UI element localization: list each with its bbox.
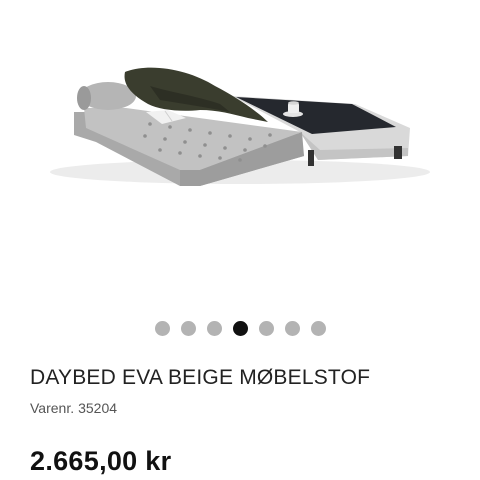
sku-value: 35204 [78,400,118,416]
sku-label: Varenr. [30,400,75,416]
product-title: DAYBED EVA BEIGE MØBELSTOF [30,366,371,389]
product-image[interactable] [0,0,480,300]
carousel-dot-3[interactable] [206,320,222,336]
carousel-pagination [0,320,480,336]
product-sku: Varenr. 35204 [30,400,121,416]
carousel-dot-2[interactable] [180,320,196,336]
carousel-dot-6[interactable] [284,320,300,336]
carousel-dot-5[interactable] [258,320,274,336]
daybed-illustration [50,67,430,186]
carousel-dot-7[interactable] [310,320,326,336]
carousel-dot-1[interactable] [154,320,170,336]
carousel-dot-4-active[interactable] [232,320,248,336]
product-price: 2.665,00 kr [30,446,172,476]
